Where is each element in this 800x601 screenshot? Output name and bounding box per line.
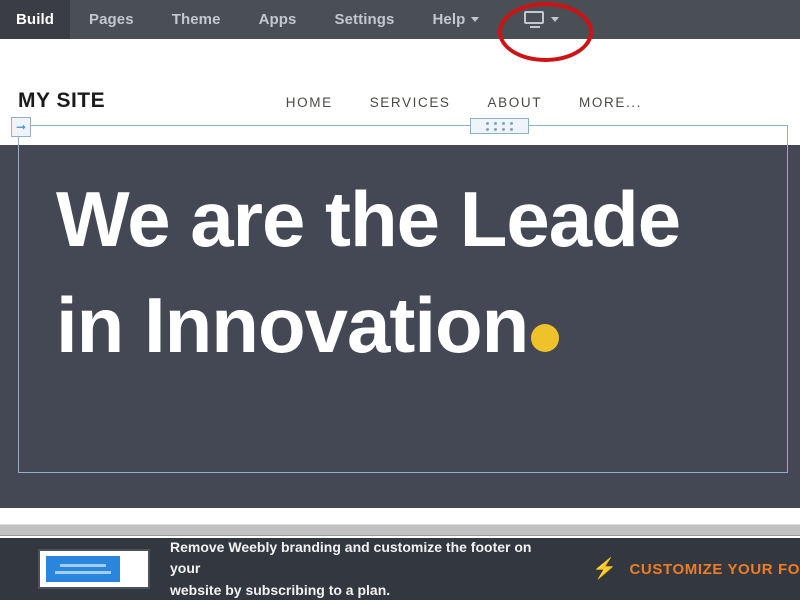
toolbar-tab-settings[interactable]: Settings bbox=[315, 0, 413, 39]
nav-item-more[interactable]: MORE... bbox=[579, 95, 642, 110]
editor-toolbar: Build Pages Theme Apps Settings Help bbox=[0, 0, 800, 39]
weebly-upgrade-banner: Remove Weebly branding and customize the… bbox=[0, 538, 800, 600]
banner-message-line2: website by subscribing to a plan. bbox=[170, 580, 554, 601]
customize-footer-button[interactable]: ⚡ CUSTOMIZE YOUR FO bbox=[592, 559, 800, 579]
footer-preview-line-1 bbox=[60, 564, 106, 567]
toolbar-tab-pages-label: Pages bbox=[89, 11, 134, 28]
toolbar-tab-help[interactable]: Help bbox=[413, 0, 498, 39]
grip-dots-icon bbox=[486, 122, 514, 131]
hero-heading-line2: in Innovation bbox=[56, 281, 528, 369]
footer-preview-icon-inner bbox=[40, 551, 148, 587]
nav-item-about[interactable]: ABOUT bbox=[488, 95, 543, 110]
toolbar-tab-theme-label: Theme bbox=[172, 11, 221, 28]
nav-item-services[interactable]: SERVICES bbox=[370, 95, 451, 110]
arrow-right-icon[interactable]: ➞ bbox=[11, 117, 31, 137]
horizontal-scrollbar[interactable] bbox=[0, 524, 800, 536]
site-logo[interactable]: MY SITE bbox=[18, 71, 105, 113]
footer-preview-line-2 bbox=[55, 571, 111, 574]
toolbar-tab-apps[interactable]: Apps bbox=[240, 0, 316, 39]
toolbar-tab-apps-label: Apps bbox=[259, 11, 297, 28]
toolbar-tab-pages[interactable]: Pages bbox=[70, 0, 153, 39]
toolbar-tab-build[interactable]: Build bbox=[0, 0, 70, 39]
customize-footer-label: CUSTOMIZE YOUR FO bbox=[630, 561, 800, 578]
site-preview-canvas[interactable]: MY SITE HOME SERVICES ABOUT MORE... We a… bbox=[0, 39, 800, 520]
hero-accent-dot-icon bbox=[531, 324, 559, 352]
monitor-stand-shape bbox=[530, 26, 540, 28]
drag-handle[interactable] bbox=[470, 118, 529, 134]
footer-preview-icon bbox=[38, 549, 150, 589]
nav-item-home[interactable]: HOME bbox=[286, 95, 333, 110]
hero-heading-line2-wrap: in Innovation bbox=[56, 272, 800, 378]
monitor-screen-shape bbox=[524, 11, 544, 24]
hero-heading[interactable]: We are the Leade in Innovation bbox=[56, 166, 800, 378]
banner-message: Remove Weebly branding and customize the… bbox=[170, 537, 554, 601]
footer-preview-icon-block bbox=[46, 556, 120, 582]
hero-section[interactable]: We are the Leade in Innovation bbox=[0, 145, 800, 508]
site-header: MY SITE HOME SERVICES ABOUT MORE... bbox=[0, 39, 800, 145]
toolbar-tab-settings-label: Settings bbox=[334, 11, 394, 28]
site-navigation: HOME SERVICES ABOUT MORE... bbox=[286, 75, 782, 110]
device-selector-button[interactable] bbox=[510, 0, 573, 39]
lightning-bolt-icon: ⚡ bbox=[592, 559, 618, 579]
hero-heading-line1: We are the Leade bbox=[56, 166, 800, 272]
toolbar-tab-theme[interactable]: Theme bbox=[153, 0, 240, 39]
toolbar-tab-help-label: Help bbox=[432, 11, 465, 28]
chevron-down-icon bbox=[551, 17, 559, 22]
toolbar-tab-build-label: Build bbox=[16, 11, 54, 28]
banner-message-line1: Remove Weebly branding and customize the… bbox=[170, 537, 554, 580]
monitor-icon bbox=[524, 11, 546, 29]
